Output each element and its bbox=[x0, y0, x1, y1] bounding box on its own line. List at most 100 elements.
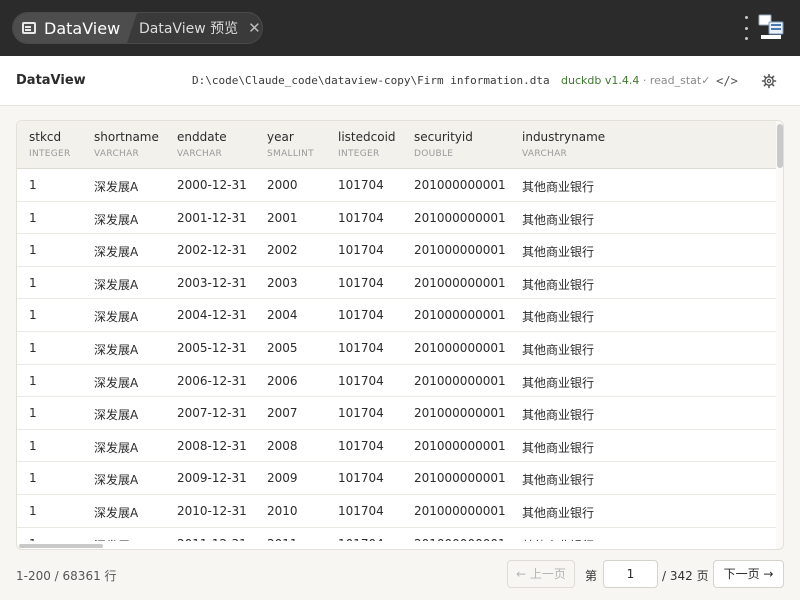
cell-stkcd: 1 bbox=[29, 503, 37, 518]
gear-icon[interactable] bbox=[760, 72, 778, 90]
table-row[interactable]: 1 深发展A 2000-12-31 2000 101704 201000000001 其他商… bbox=[17, 169, 776, 202]
cell-shortname: 深发展A bbox=[94, 310, 139, 325]
table-row[interactable]: 1 深发展A 2010-12-31 2010 101704 201000000001 其他商… bbox=[17, 495, 776, 528]
cell-year: 2009 bbox=[267, 471, 298, 486]
cell-shortname: 深发展A bbox=[94, 440, 139, 455]
cell-stkcd: 1 bbox=[29, 438, 37, 453]
column-header-enddate[interactable]: enddate VARCHAR bbox=[177, 130, 227, 159]
column-header-year[interactable]: year SMALLINT bbox=[267, 130, 314, 159]
cell-enddate: 2006-12-31 bbox=[177, 373, 247, 388]
column-name: stkcd bbox=[29, 130, 62, 144]
vertical-scrollbar[interactable] bbox=[776, 121, 783, 549]
cell-enddate: 2003-12-31 bbox=[177, 275, 247, 290]
column-name: enddate bbox=[177, 130, 227, 144]
column-type: VARCHAR bbox=[522, 149, 568, 159]
cell-shortname: 深发展A bbox=[94, 245, 139, 260]
cell-enddate: 2007-12-31 bbox=[177, 406, 247, 421]
cell-industryname: 其他商业银行 bbox=[522, 342, 595, 357]
column-name: industryname bbox=[522, 130, 606, 144]
table-row[interactable]: 1 深发展A 2008-12-31 2008 101704 201000000001 其他商… bbox=[17, 430, 776, 463]
cell-industryname: 其他商业银行 bbox=[522, 180, 595, 194]
prev-page-button[interactable]: ← 上一页 bbox=[507, 560, 575, 588]
cell-industryname: 其他商业银行 bbox=[522, 440, 595, 455]
column-header-industryname[interactable]: industryname VARCHAR bbox=[522, 130, 605, 159]
total-pages: / 342 页 bbox=[662, 569, 709, 583]
cell-year: 2002 bbox=[267, 243, 298, 258]
column-header-stkcd[interactable]: stkcd INTEGER bbox=[29, 130, 71, 159]
column-header-listedcoid[interactable]: listedcoid INTEGER bbox=[338, 130, 396, 159]
cell-securityid: 201000000001 bbox=[414, 406, 506, 421]
page-number-input[interactable] bbox=[603, 560, 658, 588]
tab-dataview-preview[interactable]: DataView 预览 ✕ bbox=[137, 13, 261, 43]
cell-shortname: 深发展A bbox=[94, 180, 139, 194]
table-row[interactable]: 1 深发展A 2001-12-31 2001 101704 201000000001 其他商… bbox=[17, 202, 776, 235]
cell-industryname: 其他商业银行 bbox=[522, 277, 595, 292]
cell-listedcoid: 101704 bbox=[338, 471, 384, 486]
column-type: DOUBLE bbox=[414, 149, 454, 159]
tab-label: DataView 预览 bbox=[139, 21, 239, 37]
cell-shortname: 深发展A bbox=[94, 212, 139, 227]
cell-listedcoid: 101704 bbox=[338, 178, 384, 192]
cell-stkcd: 1 bbox=[29, 373, 37, 388]
column-type: INTEGER bbox=[29, 149, 71, 159]
cell-securityid: 201000000001 bbox=[414, 178, 506, 192]
table-row[interactable]: 1 深发展A 2004-12-31 2004 101704 201000000001 其他商… bbox=[17, 299, 776, 332]
cell-listedcoid: 101704 bbox=[338, 308, 384, 323]
cell-listedcoid: 101704 bbox=[338, 406, 384, 421]
column-name: listedcoid bbox=[338, 130, 396, 144]
next-page-button[interactable]: 下一页 → bbox=[713, 560, 784, 588]
code-view-button[interactable]: </> bbox=[714, 71, 740, 91]
cell-securityid: 201000000001 bbox=[414, 275, 506, 290]
cell-shortname: 深发展A bbox=[94, 408, 139, 423]
cell-securityid: 201000000001 bbox=[414, 308, 506, 323]
file-path: D:\code\Claude_code\dataview-copy\Firm i… bbox=[192, 74, 550, 87]
table-row[interactable]: 1深发展A2011-12-312011101704201000000001其他商… bbox=[17, 528, 776, 541]
cell-industryname: 其他商业银行 bbox=[522, 473, 595, 488]
cell-industryname: 其他商业银行 bbox=[522, 375, 595, 390]
column-type: VARCHAR bbox=[94, 149, 140, 159]
table-row[interactable]: 1 深发展A 2009-12-31 2009 101704 201000000001 其他商… bbox=[17, 462, 776, 495]
column-name: shortname bbox=[94, 130, 159, 144]
scrollbar-thumb[interactable] bbox=[19, 544, 103, 548]
cell-securityid: 201000000001 bbox=[414, 373, 506, 388]
cell-stkcd: 1 bbox=[29, 210, 37, 225]
data-table: stkcd INTEGER shortname VARCHAR enddate … bbox=[16, 120, 784, 550]
close-icon[interactable]: ✕ bbox=[248, 20, 261, 36]
cell-year: 2004 bbox=[267, 308, 298, 323]
cell-industryname: 其他商业银行 bbox=[522, 212, 595, 227]
cell-listedcoid: 101704 bbox=[338, 275, 384, 290]
cell-year: 2010 bbox=[267, 503, 298, 518]
cell-industryname: 其他商业银行 bbox=[522, 310, 595, 325]
toolbar-header: DataView D:\code\Claude_code\dataview-co… bbox=[0, 56, 800, 106]
page-title: DataView bbox=[16, 73, 86, 88]
cell-securityid: 201000000001 bbox=[414, 438, 506, 453]
column-name: securityid bbox=[414, 130, 473, 144]
more-menu-icon[interactable] bbox=[743, 16, 749, 40]
table-row[interactable]: 1 深发展A 2005-12-31 2005 101704 201000000001 其他商… bbox=[17, 332, 776, 365]
table-header: stkcd INTEGER shortname VARCHAR enddate … bbox=[17, 121, 776, 169]
cell-securityid: 201000000001 bbox=[414, 210, 506, 225]
cell-year: 2001 bbox=[267, 210, 298, 225]
column-header-shortname[interactable]: shortname VARCHAR bbox=[94, 130, 159, 159]
cell-stkcd: 1 bbox=[29, 178, 37, 192]
horizontal-scrollbar[interactable] bbox=[17, 541, 776, 549]
table-row[interactable]: 1 深发展A 2002-12-31 2002 101704 201000000001 其他商… bbox=[17, 234, 776, 267]
cell-year: 2007 bbox=[267, 406, 298, 421]
cell-enddate: 2000-12-31 bbox=[177, 178, 247, 192]
cell-stkcd: 1 bbox=[29, 308, 37, 323]
cell-enddate: 2005-12-31 bbox=[177, 340, 247, 355]
reader-status: read_stat✓ bbox=[649, 74, 711, 87]
column-header-securityid[interactable]: securityid DOUBLE bbox=[414, 130, 473, 159]
engine-status: duckdb v1.4.4 · read_stat✓ bbox=[561, 74, 710, 87]
cell-stkcd: 1 bbox=[29, 275, 37, 290]
table-row[interactable]: 1 深发展A 2006-12-31 2006 101704 201000000001 其他商… bbox=[17, 365, 776, 398]
table-row[interactable]: 1 深发展A 2007-12-31 2007 101704 201000000001 其他商… bbox=[17, 397, 776, 430]
tab-dataview[interactable]: DataView bbox=[13, 13, 137, 43]
cell-listedcoid: 101704 bbox=[338, 438, 384, 453]
scrollbar-thumb[interactable] bbox=[777, 124, 783, 168]
column-type: INTEGER bbox=[338, 149, 380, 159]
cell-industryname: 其他商业银行 bbox=[522, 245, 595, 260]
cell-enddate: 2009-12-31 bbox=[177, 471, 247, 486]
dataview-logo-icon[interactable] bbox=[758, 14, 784, 40]
table-row[interactable]: 1 深发展A 2003-12-31 2003 101704 201000000001 其他商… bbox=[17, 267, 776, 300]
